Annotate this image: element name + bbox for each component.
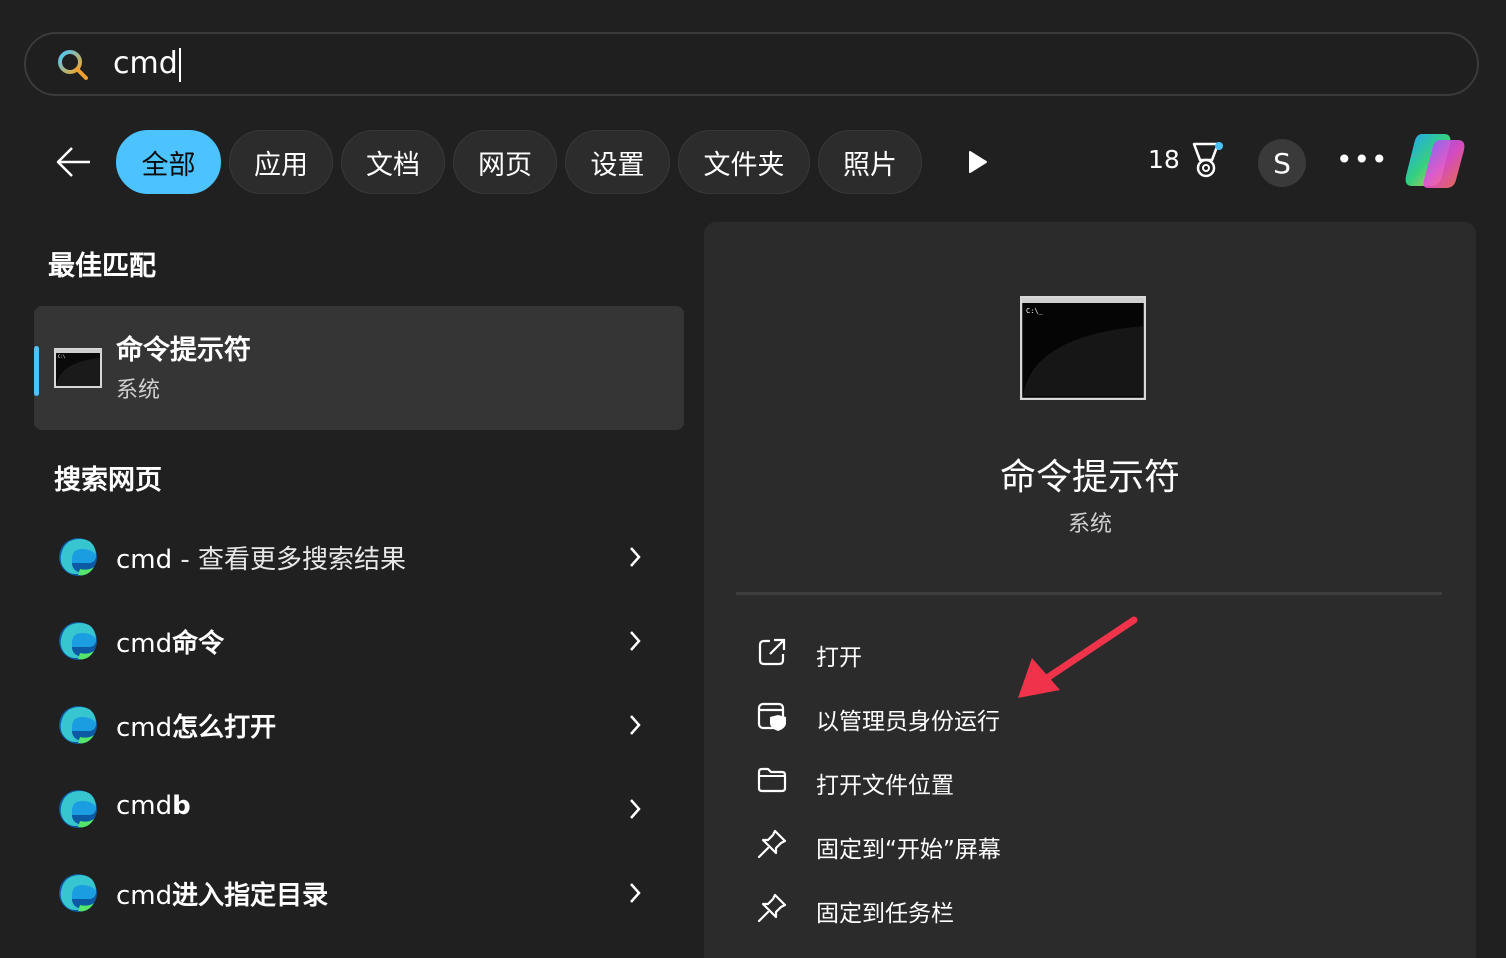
chevron-right-icon — [630, 715, 641, 735]
action-label: 以管理员身份运行 — [816, 709, 1000, 735]
web-item-text: - 查看更多搜索结果 — [172, 545, 407, 575]
web-item-text: 进入指定目录 — [172, 881, 329, 911]
edge-icon — [59, 538, 97, 576]
web-search-heading: 搜索网页 — [54, 465, 162, 496]
action-pin-to-taskbar[interactable]: 固定到任务栏 — [756, 884, 1356, 932]
details-subtitle: 系统 — [1067, 512, 1112, 537]
web-search-item[interactable]: cmdb — [34, 774, 684, 844]
web-item-text: 怎么打开 — [172, 713, 277, 743]
command-prompt-icon: C:\ — [54, 348, 102, 388]
chevron-right-icon — [630, 547, 641, 567]
rewards-points[interactable]: 18 — [1148, 145, 1180, 174]
back-arrow-icon[interactable] — [52, 140, 96, 184]
text-caret — [178, 47, 181, 82]
action-open-file-location[interactable]: 打开文件位置 — [756, 756, 1356, 804]
edge-icon — [59, 706, 97, 744]
more-options-button[interactable]: ••• — [1336, 145, 1388, 181]
search-icon — [58, 50, 88, 80]
web-item-query: cmd — [116, 713, 173, 743]
action-label: 打开 — [816, 645, 862, 671]
copilot-icon[interactable] — [1400, 128, 1470, 194]
avatar[interactable]: S — [1258, 139, 1306, 187]
edge-icon — [59, 622, 97, 660]
trophy-icon[interactable] — [1186, 140, 1226, 180]
filter-apps[interactable]: 应用 — [229, 130, 333, 194]
web-item-query: cmd — [116, 629, 173, 659]
command-prompt-large-icon: C:\_ — [1020, 296, 1146, 400]
selection-indicator — [34, 346, 39, 396]
search-query-text: cmd — [113, 46, 178, 81]
svg-text:C:\_: C:\_ — [1026, 307, 1044, 315]
best-match-result[interactable]: C:\ 命令提示符 系统 — [34, 306, 684, 430]
web-item-text: b — [172, 791, 191, 821]
svg-text:C:\: C:\ — [58, 354, 66, 359]
details-title: 命令提示符 — [999, 457, 1180, 498]
pin-icon — [757, 893, 787, 923]
search-input[interactable]: cmd — [113, 44, 181, 84]
action-label: 打开文件位置 — [816, 773, 954, 799]
chevron-right-icon — [630, 631, 641, 651]
web-item-query: cmd — [116, 791, 173, 821]
filter-all[interactable]: 全部 — [116, 130, 221, 194]
action-pin-to-start[interactable]: 固定到“开始”屏幕 — [756, 820, 1356, 868]
best-match-subtitle: 系统 — [116, 378, 161, 403]
search-bar[interactable]: cmd — [24, 32, 1479, 96]
shield-window-icon — [757, 702, 786, 731]
best-match-title: 命令提示符 — [116, 335, 251, 366]
edge-icon — [59, 874, 97, 912]
pin-icon — [757, 829, 787, 859]
web-item-text: 命令 — [172, 629, 225, 659]
filter-web[interactable]: 网页 — [453, 130, 557, 194]
open-external-icon — [758, 638, 786, 666]
details-panel: C:\_ 命令提示符 系统 打开 以管理员身份运行 打开文件位置 固定到“开始”… — [704, 222, 1476, 958]
action-label: 固定到任务栏 — [816, 901, 954, 927]
web-item-query: cmd — [116, 881, 173, 911]
action-label: 固定到“开始”屏幕 — [816, 837, 1001, 863]
filter-settings[interactable]: 设置 — [565, 130, 670, 194]
chevron-right-icon — [630, 799, 641, 819]
web-item-query: cmd — [116, 545, 173, 575]
annotation-arrow-icon — [1018, 616, 1138, 698]
filter-documents[interactable]: 文档 — [341, 130, 445, 194]
web-search-item[interactable]: cmd - 查看更多搜索结果 — [34, 522, 684, 592]
edge-icon — [59, 790, 97, 828]
web-search-item[interactable]: cmd怎么打开 — [34, 690, 684, 760]
chevron-right-icon — [630, 883, 641, 903]
web-search-item[interactable]: cmd命令 — [34, 606, 684, 676]
web-search-item[interactable]: cmd进入指定目录 — [34, 858, 684, 928]
play-more-filters-icon[interactable] — [960, 146, 992, 178]
filter-folders[interactable]: 文件夹 — [678, 130, 810, 194]
filter-photos[interactable]: 照片 — [818, 130, 922, 194]
best-match-heading: 最佳匹配 — [48, 251, 156, 282]
divider — [736, 592, 1442, 595]
folder-icon — [757, 767, 787, 793]
